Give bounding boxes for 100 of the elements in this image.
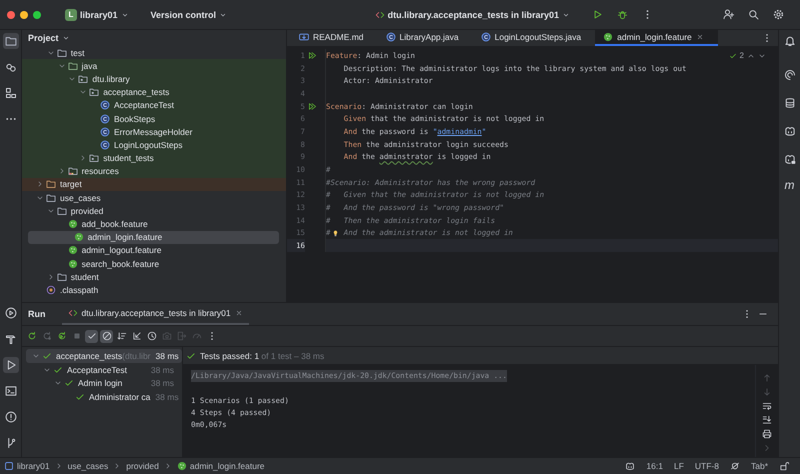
gauge-icon [192, 331, 202, 341]
close-icon[interactable] [696, 33, 704, 41]
status-item[interactable]: Tab* [750, 461, 768, 471]
caret-icon [62, 34, 70, 42]
folder-icon [56, 272, 67, 282]
rerun-icon [26, 331, 36, 341]
search-icon[interactable] [748, 9, 759, 20]
tree-item[interactable]: acceptance_tests [22, 86, 286, 99]
panel-title: Run [28, 309, 46, 319]
tree-item[interactable]: add_book.feature [22, 217, 286, 231]
tree-item[interactable]: ErrorMessageHolder [22, 125, 286, 138]
folder-icon [46, 192, 56, 203]
run-icon[interactable] [2, 357, 18, 373]
tree-item[interactable]: .classpath [22, 283, 286, 297]
check-button[interactable] [85, 330, 98, 342]
project-view-selector[interactable]: Project [28, 33, 70, 43]
export-icon [176, 331, 186, 341]
tree-item[interactable]: admin_logout.feature [22, 244, 286, 257]
folder-icon [56, 206, 67, 216]
breadcrumb[interactable]: library01 [4, 461, 50, 471]
editor-tab[interactable]: LoginLogoutSteps.java [472, 30, 596, 46]
tree-item[interactable]: BookSteps [22, 112, 286, 126]
tree-item[interactable]: test [22, 46, 286, 60]
version-control-menu[interactable]: Version control [146, 8, 232, 22]
sort-button[interactable] [115, 330, 128, 342]
stop-icon [72, 331, 82, 341]
tree-item[interactable]: use_cases [22, 191, 286, 204]
minimize-window-button[interactable] [20, 10, 28, 18]
rerun-icon [56, 331, 66, 341]
folder-icon [56, 48, 67, 58]
lightbulb-icon[interactable] [332, 228, 339, 238]
check-icon [86, 331, 96, 341]
chevron-right-icon[interactable] [36, 180, 44, 188]
import-icon [132, 331, 142, 341]
ban-icon [102, 331, 112, 341]
editor-tab[interactable]: README.md [291, 30, 378, 46]
run-configuration-selector[interactable]: dtu.library.acceptance_tests in library01 [370, 8, 574, 22]
package-icon [78, 74, 88, 84]
scroll-to-end-icon[interactable] [762, 415, 772, 425]
breadcrumb[interactable]: provided [126, 461, 159, 471]
editor-tab[interactable]: admin_login.feature [595, 30, 718, 46]
camera-icon [162, 331, 172, 341]
tree-item[interactable]: dtu.library [22, 72, 286, 86]
bug-icon[interactable] [617, 9, 628, 20]
breadcrumb[interactable]: use_cases [68, 461, 108, 471]
folder-icon [68, 166, 78, 176]
inspection-count[interactable]: 2 [740, 51, 744, 60]
test-summary: Tests passed: 1 of 1 test – 38 ms [200, 350, 324, 360]
rerun-icon [42, 331, 52, 341]
folder-icon [68, 60, 78, 71]
tree-item[interactable]: resources [22, 164, 286, 178]
folder-icon[interactable] [2, 33, 18, 49]
history-button[interactable] [145, 330, 158, 342]
maximize-window-button[interactable] [33, 10, 41, 18]
wrap-icon[interactable] [762, 401, 772, 411]
status-item[interactable]: UTF-8 [694, 461, 719, 471]
tree-item[interactable]: search_book.feature [22, 257, 286, 270]
run-icon[interactable] [592, 9, 603, 20]
lock-icon[interactable] [779, 461, 789, 471]
check-icon[interactable] [728, 52, 737, 60]
close-window-button[interactable] [7, 10, 15, 18]
class-icon [480, 32, 491, 42]
test-tree-item[interactable]: Administrator ca 38 ms [26, 390, 182, 404]
maven-tool-button[interactable]: m [784, 179, 794, 191]
breadcrumb[interactable]: admin_login.feature [176, 461, 265, 471]
tree-item[interactable]: student_tests [22, 152, 286, 165]
run-icon[interactable] [308, 102, 317, 111]
ban-button[interactable] [100, 330, 113, 342]
services-icon[interactable] [2, 305, 18, 321]
code-brackets-icon [68, 308, 78, 318]
project-switcher[interactable]: L library01 [61, 6, 133, 22]
class-icon [100, 100, 110, 110]
package-icon [89, 153, 100, 164]
run-tab[interactable]: dtu.library.acceptance_tests in library01 [62, 303, 249, 325]
code-brackets-icon [374, 10, 385, 20]
project-badge: L [65, 8, 77, 20]
close-icon[interactable] [234, 309, 243, 317]
tree-item[interactable]: target [22, 178, 286, 192]
tree-item[interactable]: admin_login.feature [28, 230, 279, 244]
tree-item[interactable]: AcceptanceTest [22, 98, 286, 112]
class-icon [100, 126, 110, 137]
class-icon [100, 114, 110, 124]
settings-icon[interactable] [773, 9, 784, 20]
tree-item[interactable]: student [22, 270, 286, 284]
test-tree-item[interactable]: Admin login 38 ms [26, 376, 182, 390]
test-tree-item[interactable]: AcceptanceTest 38 ms [26, 362, 182, 377]
status-item[interactable]: LF [674, 461, 684, 471]
folder-icon [46, 179, 56, 190]
add-user-icon[interactable] [723, 9, 734, 20]
run-icon[interactable] [308, 50, 317, 60]
tree-item[interactable]: java [22, 59, 286, 72]
print-icon[interactable] [762, 429, 772, 439]
status-item[interactable]: 16:1 [646, 461, 663, 471]
sort-icon [116, 331, 126, 341]
editor-tab[interactable]: LibraryApp.java [378, 30, 473, 46]
class-icon [386, 32, 396, 42]
tree-item[interactable]: LoginLogoutSteps [22, 138, 286, 152]
tree-item[interactable]: provided [22, 204, 286, 218]
problems-icon[interactable] [2, 409, 18, 425]
class-icon [100, 140, 110, 150]
